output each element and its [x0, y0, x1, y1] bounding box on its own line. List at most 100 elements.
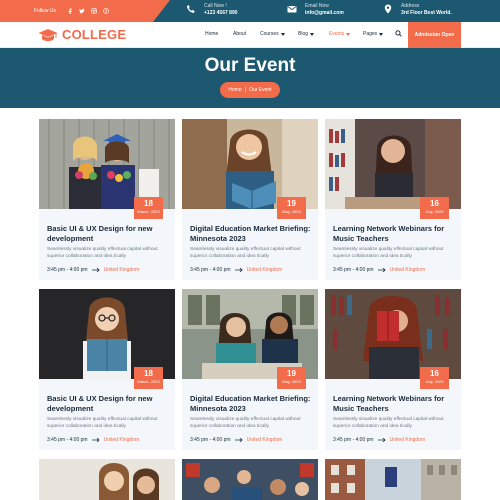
event-title[interactable]: Learning Network Webinars for Music Teac… [333, 224, 457, 244]
call-number: +123 4567 890 [204, 10, 238, 16]
event-title[interactable]: Digital Education Market Briefing: Minne… [190, 394, 314, 414]
event-card[interactable]: 19 May, 2023 Digital Education Market Br… [182, 289, 318, 450]
event-month-year: July, 2023 [425, 209, 444, 214]
event-description: Seamlessly visualize quality effectual c… [333, 417, 444, 429]
event-location[interactable]: United Kingdom [247, 437, 283, 443]
arrow-right-icon [377, 268, 386, 272]
logo-text: COLLEGE [62, 27, 127, 42]
event-card[interactable]: 19 May, 2023 Digital Education Market Br… [182, 119, 318, 280]
event-description: Seamlessly visualize quality effectual c… [190, 247, 301, 259]
event-month-year: May, 2023 [282, 209, 301, 214]
date-badge: 18 March, 2023 [134, 197, 163, 219]
event-location[interactable]: United Kingdom [390, 437, 426, 443]
event-meta: 3:45 pm - 4:00 pm United Kingdom [333, 437, 425, 443]
events-grid: 18 March, 2023 Basic UI & UX Design for … [0, 108, 500, 500]
graduation-cap-icon [38, 28, 58, 41]
contact-email[interactable]: Email Now info@gmail.com [287, 3, 344, 17]
breadcrumb-separator: | [244, 87, 247, 93]
event-time: 3:45 pm - 4:00 pm [190, 437, 231, 443]
caret-down-icon [310, 32, 315, 36]
event-card[interactable]: 18 March, 2023 Basic UI & UX Design for … [39, 289, 175, 450]
event-time: 3:45 pm - 4:00 pm [333, 437, 374, 443]
breadcrumb-home-link[interactable]: Home [228, 87, 241, 93]
contact-call[interactable]: Call Now ! +123 4567 890 [186, 3, 238, 17]
event-title[interactable]: Basic UI & UX Design for new development [47, 394, 171, 414]
event-location[interactable]: United Kingdom [390, 267, 426, 273]
email-label: Email Now [305, 3, 329, 9]
event-card[interactable]: 16 July, 2023 Learning Network Webinars … [325, 119, 461, 280]
campus-building-photo [325, 459, 461, 500]
event-photo[interactable] [325, 459, 461, 500]
event-day: 19 [287, 369, 296, 378]
event-day: 16 [430, 199, 439, 208]
event-photo[interactable] [325, 119, 461, 209]
event-description: Seamlessly visualize quality effectual c… [190, 417, 301, 429]
nav-item-label: Pages [363, 31, 378, 37]
event-month-year: March, 2023 [137, 209, 160, 214]
event-photo[interactable] [39, 459, 175, 500]
breadcrumb: Home | Our Event [220, 82, 280, 98]
event-photo[interactable] [182, 289, 318, 379]
call-label: Call Now ! [204, 3, 227, 9]
arrow-right-icon [234, 438, 243, 442]
event-time: 3:45 pm - 4:00 pm [333, 267, 374, 273]
nav-item-home[interactable]: Home [205, 31, 218, 37]
event-card[interactable] [39, 459, 175, 500]
nav-item-events[interactable]: Events [329, 31, 351, 37]
admission-open-button[interactable]: Admission Open [408, 22, 461, 48]
arrow-right-icon [91, 438, 100, 442]
caret-down-icon [280, 32, 285, 36]
graduates-photo [39, 119, 175, 209]
event-card[interactable]: 16 July, 2023 Learning Network Webinars … [325, 289, 461, 450]
caret-down-icon [379, 32, 384, 36]
nav-item-courses[interactable]: Courses [260, 31, 285, 37]
page-title: Our Event [204, 55, 296, 76]
event-title[interactable]: Learning Network Webinars for Music Teac… [333, 394, 457, 414]
event-time: 3:45 pm - 4:00 pm [190, 267, 231, 273]
nav-item-label: Courses [260, 31, 279, 37]
arrow-right-icon [377, 438, 386, 442]
date-badge: 19 May, 2023 [277, 197, 306, 219]
address-value: 3rd Floor Best World. [401, 10, 452, 16]
address-label: Address [401, 3, 420, 9]
arrow-right-icon [91, 268, 100, 272]
twitter-icon[interactable] [79, 8, 85, 14]
event-meta: 3:45 pm - 4:00 pm United Kingdom [333, 267, 425, 273]
reading-student-photo [325, 289, 461, 379]
event-card[interactable] [325, 459, 461, 500]
event-title[interactable]: Basic UI & UX Design for new development [47, 224, 171, 244]
event-time: 3:45 pm - 4:00 pm [47, 437, 88, 443]
instagram-icon[interactable] [91, 8, 97, 14]
nav-item-pages[interactable]: Pages [363, 31, 384, 37]
nav-item-label: Blog [298, 31, 309, 37]
event-location[interactable]: United Kingdom [247, 267, 283, 273]
nav-item-about[interactable]: About [233, 31, 246, 37]
event-photo[interactable] [182, 459, 318, 500]
search-icon[interactable] [395, 30, 402, 37]
event-location[interactable]: United Kingdom [104, 437, 140, 443]
event-month-year: May, 2023 [282, 379, 301, 384]
library-student-photo [325, 119, 461, 209]
site-logo[interactable]: COLLEGE [38, 27, 126, 42]
nav-item-blog[interactable]: Blog [298, 31, 315, 37]
event-month-year: July, 2023 [425, 379, 444, 384]
event-meta: 3:45 pm - 4:00 pm United Kingdom [47, 437, 139, 443]
date-badge: 19 May, 2023 [277, 367, 306, 389]
event-photo[interactable] [325, 289, 461, 379]
student-glasses-photo [39, 289, 175, 379]
follow-us-strip: Follow Us [0, 0, 170, 22]
top-bar: Follow Us Call Now ! +123 4567 890 Email… [0, 0, 500, 22]
event-photo[interactable] [182, 119, 318, 209]
event-title[interactable]: Digital Education Market Briefing: Minne… [190, 224, 314, 244]
event-card[interactable] [182, 459, 318, 500]
caret-down-icon [346, 32, 351, 36]
pinterest-icon[interactable] [103, 8, 109, 14]
event-location[interactable]: United Kingdom [104, 267, 140, 273]
event-meta: 3:45 pm - 4:00 pm United Kingdom [190, 267, 282, 273]
event-time: 3:45 pm - 4:00 pm [47, 267, 88, 273]
event-photo[interactable] [39, 119, 175, 209]
event-card[interactable]: 18 March, 2023 Basic UI & UX Design for … [39, 119, 175, 280]
facebook-icon[interactable] [67, 8, 73, 14]
event-photo[interactable] [39, 289, 175, 379]
nav-item-label: Home [205, 31, 219, 37]
